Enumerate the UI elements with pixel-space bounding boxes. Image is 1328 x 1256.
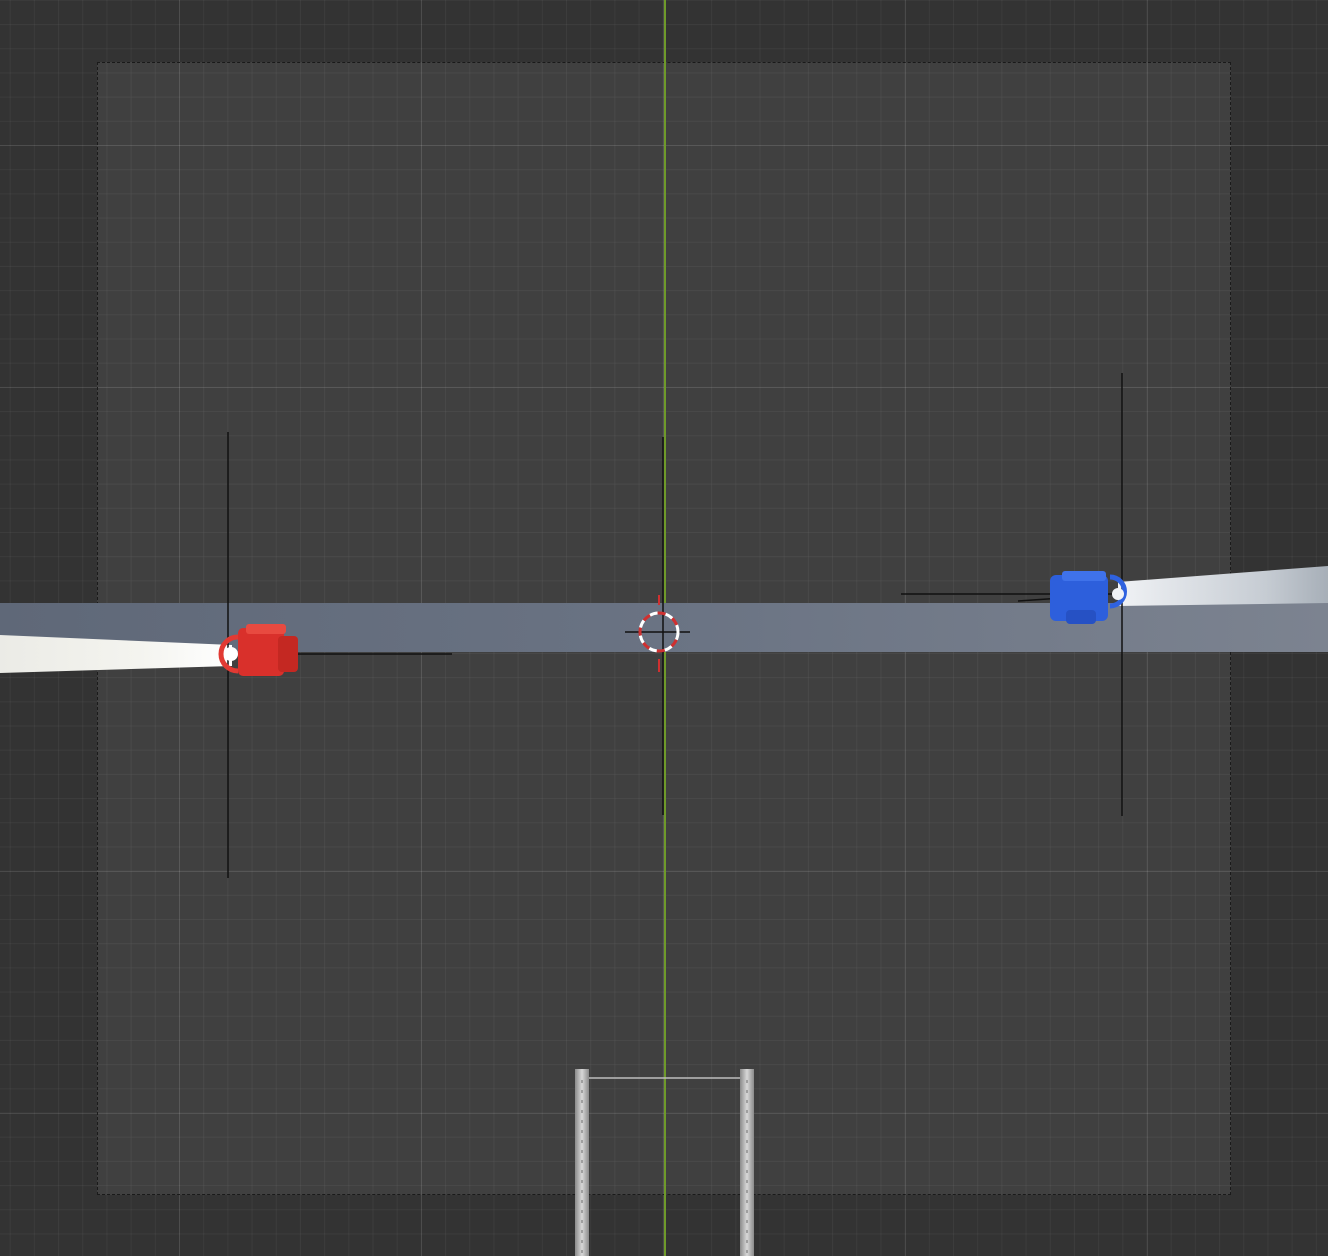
right-beam bbox=[1118, 566, 1328, 606]
goal-posts bbox=[575, 1069, 754, 1256]
3d-viewport[interactable] bbox=[0, 0, 1328, 1256]
